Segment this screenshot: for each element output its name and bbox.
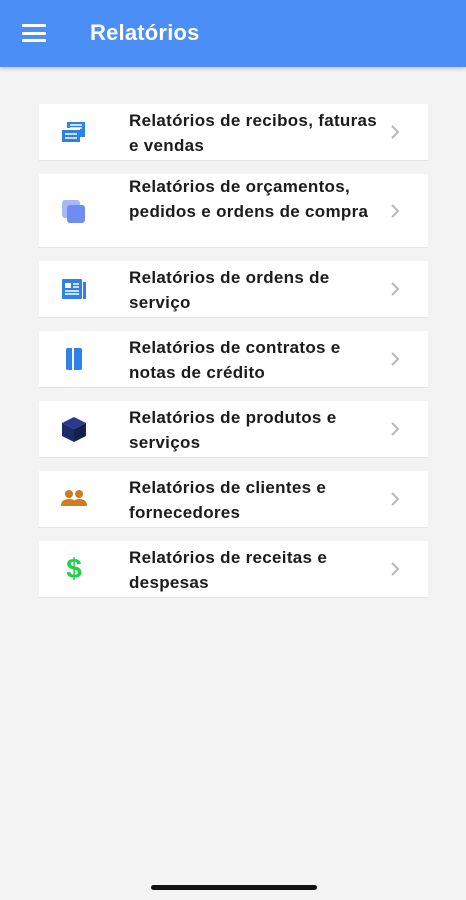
app-bar: Relatórios — [0, 0, 466, 67]
report-item-label: Relatórios de ordens de serviço — [129, 268, 330, 312]
report-item-label: Relatórios de clientes e fornecedores — [129, 478, 327, 522]
document-icon — [59, 274, 89, 304]
home-indicator[interactable] — [151, 885, 317, 890]
chevron-right-icon — [388, 559, 402, 579]
people-icon — [59, 484, 89, 514]
dollar-icon: $ — [66, 553, 82, 584]
report-item-quotes-orders[interactable]: Relatórios de orçamentos, pedidos e orde… — [39, 174, 428, 248]
hamburger-menu-icon[interactable] — [22, 22, 48, 44]
book-icon — [59, 344, 89, 374]
report-item-label: Relatórios de orçamentos, pedidos e orde… — [129, 177, 369, 221]
report-item-label: Relatórios de recibos, faturas e vendas — [129, 111, 378, 155]
receipt-icon — [59, 117, 89, 147]
copy-icon — [59, 196, 89, 226]
report-item-service-orders[interactable]: Relatórios de ordens de serviço — [39, 261, 428, 318]
report-item-products[interactable]: Relatórios de produtos e serviços — [39, 401, 428, 458]
chevron-right-icon — [388, 279, 402, 299]
report-item-label: Relatórios de contratos e notas de crédi… — [129, 338, 341, 382]
chevron-right-icon — [388, 122, 402, 142]
chevron-right-icon — [388, 201, 402, 221]
report-item-label: Relatórios de receitas e despesas — [129, 548, 328, 592]
reports-list: Relatórios de recibos, faturas e vendas … — [39, 104, 428, 598]
page-title: Relatórios — [90, 20, 200, 45]
chevron-right-icon — [388, 349, 402, 369]
box-icon — [59, 414, 89, 444]
report-item-receipts[interactable]: Relatórios de recibos, faturas e vendas — [39, 104, 428, 161]
report-item-label: Relatórios de produtos e serviços — [129, 408, 337, 452]
chevron-right-icon — [388, 419, 402, 439]
report-item-clients-suppliers[interactable]: Relatórios de clientes e fornecedores — [39, 471, 428, 528]
chevron-right-icon — [388, 489, 402, 509]
report-item-contracts[interactable]: Relatórios de contratos e notas de crédi… — [39, 331, 428, 388]
report-item-income-expenses[interactable]: $ Relatórios de receitas e despesas — [39, 541, 428, 598]
